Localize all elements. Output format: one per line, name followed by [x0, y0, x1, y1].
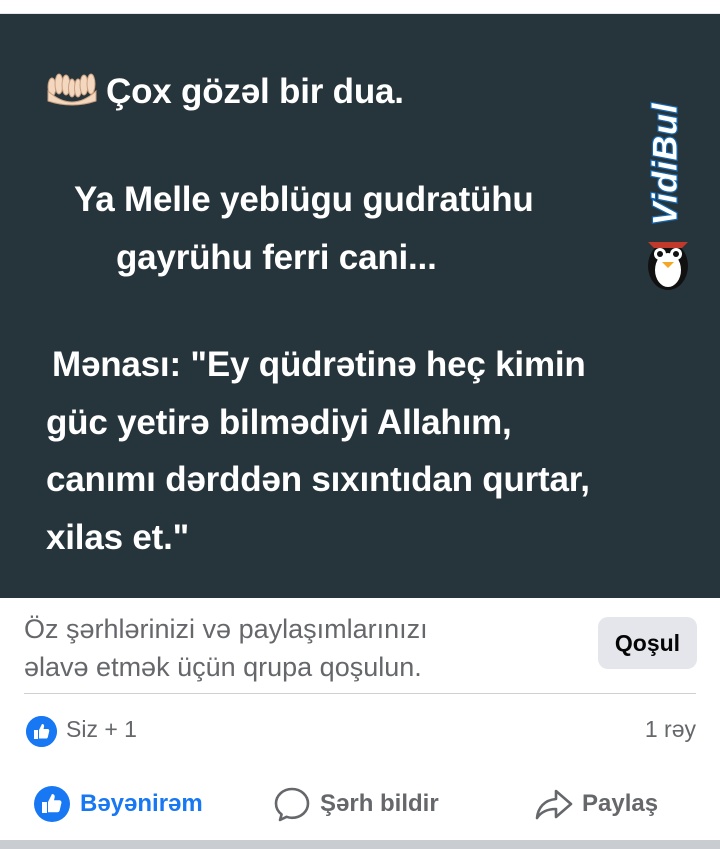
post-image[interactable]: Çox gözəl bir dua. Ya Melle yeblügu gudr… [0, 14, 720, 598]
post-line-3: gayrühu ferri cani... [116, 238, 437, 277]
join-prompt-line-2: əlavə etmək üçün qrupa qoşulun. [24, 652, 422, 682]
share-label: Paylaş [582, 790, 659, 817]
post-line-1: Çox gözəl bir dua. [106, 72, 404, 111]
share-arrow-icon [535, 789, 573, 820]
join-group-bar: Öz şərhlərinizi və paylaşımlarınızı əlav… [0, 598, 720, 694]
comment-label: Şərh bildir [320, 790, 439, 817]
reactors-text[interactable]: Siz + 1 [66, 716, 137, 743]
palms-up-together-icon [47, 73, 97, 106]
like-label: Bəyənirəm [80, 790, 203, 817]
bottom-separator [0, 840, 720, 849]
post-line-4: Mənası: "Ey qüdrətinə heç kimin [52, 345, 586, 384]
comment-button[interactable]: Şərh bildir [272, 782, 439, 826]
post-line-5: güc yetirə bilmədiyi Allahım, [46, 403, 512, 442]
post-line-6: canımı dərddən sıxıntıdan qurtar, [46, 460, 590, 499]
join-group-button[interactable]: Qoşul [598, 617, 697, 669]
penguin-logo-icon [648, 242, 688, 290]
post-line-7: xilas et." [46, 518, 190, 557]
like-icon [34, 786, 70, 822]
share-button[interactable]: Paylaş [534, 782, 658, 826]
top-separator [0, 0, 720, 14]
reaction-stats: Siz + 1 1 rəy [0, 706, 720, 758]
comment-count[interactable]: 1 rəy [645, 716, 696, 743]
join-prompt: Öz şərhlərinizi və paylaşımlarınızı əlav… [24, 610, 584, 686]
vidibul-watermark: VidiBul [640, 72, 696, 304]
comment-bubble-icon [274, 787, 310, 822]
join-prompt-line-1: Öz şərhlərinizi və paylaşımlarınızı [24, 614, 428, 644]
divider [24, 693, 696, 694]
like-reaction-icon[interactable] [26, 716, 57, 747]
like-button[interactable]: Bəyənirəm [32, 782, 203, 826]
post-line-2: Ya Melle yeblügu gudratühu [74, 180, 534, 219]
action-bar: Bəyənirəm Şərh bildir Paylaş [0, 768, 720, 840]
watermark-text: VidiBul [645, 101, 686, 226]
post-line-title: Çox gözəl bir dua. [46, 72, 404, 112]
